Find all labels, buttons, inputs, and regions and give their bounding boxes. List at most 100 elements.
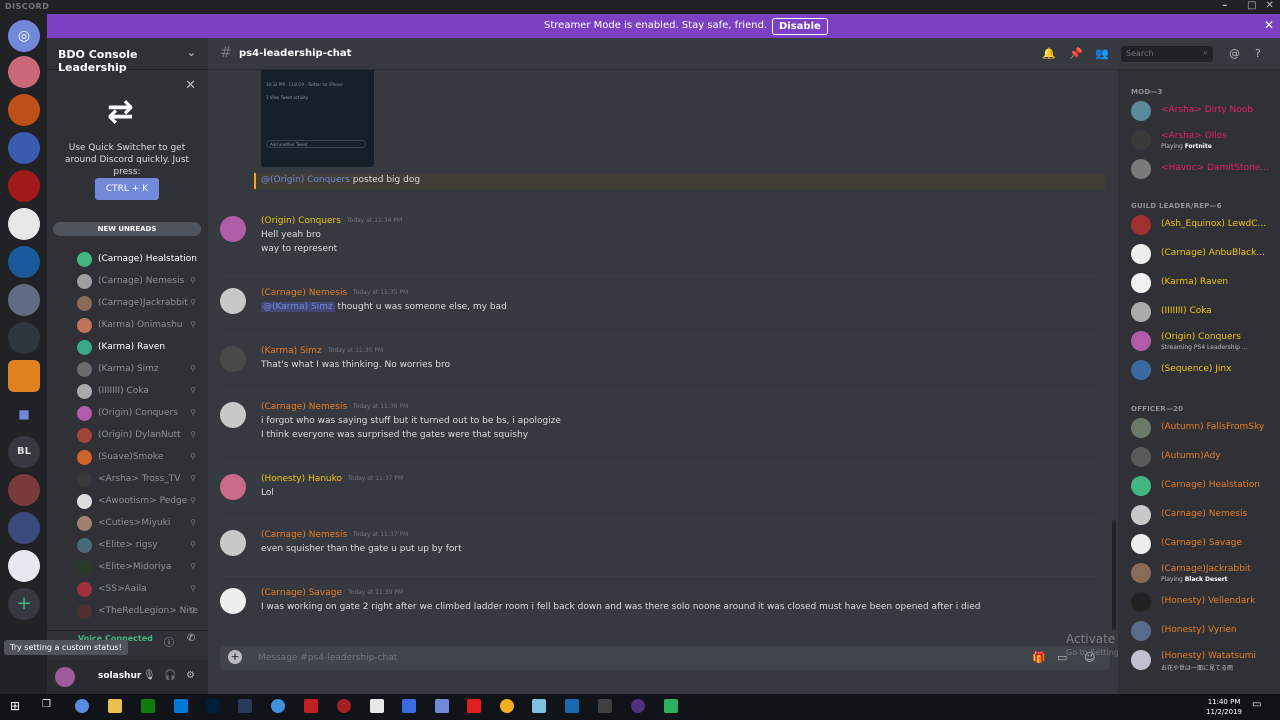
voice-user-item[interactable]: (Suave)Smoke ⚲: [77, 448, 202, 468]
member-item[interactable]: (Autumn)Ady: [1131, 445, 1276, 471]
taskbar-app-8[interactable]: [370, 699, 384, 713]
voice-user-item[interactable]: <Arsha> Tross_TV ⚲: [77, 470, 202, 490]
server-icon-3[interactable]: [8, 132, 40, 164]
maximize-icon[interactable]: □: [1242, 0, 1262, 11]
taskbar-app-6[interactable]: [304, 699, 318, 713]
member-item[interactable]: (Carnage)Jackrabbit Playing Black Desert: [1131, 561, 1276, 587]
server-icon-12[interactable]: [8, 550, 40, 582]
server-header[interactable]: BDO Console Leadership ⌄: [47, 38, 208, 74]
taskbar-app-4[interactable]: [238, 699, 252, 713]
photoshop-icon[interactable]: [206, 699, 220, 713]
tweet-screenshot-image[interactable]: 10:32 PM · 11/2/19 · Twitter for iPhone …: [261, 70, 374, 167]
voice-user-item[interactable]: <Cuties>Miyuki ⚲: [77, 514, 202, 534]
user-mention[interactable]: @(Origin) Conquers: [261, 175, 350, 185]
folder-icon[interactable]: ■: [8, 398, 40, 430]
message-input[interactable]: Message #ps4-leadership-chat: [258, 653, 397, 663]
windows-start-icon[interactable]: ⊞: [10, 699, 24, 713]
chrome-icon[interactable]: [500, 699, 514, 713]
search-input[interactable]: Search ⌕: [1121, 46, 1213, 62]
message-composer[interactable]: + Message #ps4-leadership-chat 🎁 ▭ ☺: [220, 646, 1110, 670]
voice-user-item[interactable]: (Karma) Raven: [77, 338, 202, 358]
voice-user-item[interactable]: (Origin) DylanNutt ⚲: [77, 426, 202, 446]
task-view-icon[interactable]: ❐: [42, 699, 56, 713]
member-item[interactable]: (IIIIIII) Coka: [1131, 300, 1276, 326]
server-icon-6[interactable]: [8, 246, 40, 278]
close-window-icon[interactable]: ✕: [1260, 0, 1280, 11]
notifications-icon[interactable]: ▭: [1252, 699, 1266, 713]
user-mention[interactable]: @(Karma) Simz: [261, 302, 335, 312]
taskbar-app-11[interactable]: [532, 699, 546, 713]
voice-user-item[interactable]: <SS>Aaila ⚲: [77, 580, 202, 600]
avatar[interactable]: [220, 530, 246, 556]
voice-user-item[interactable]: (IIIIIII) Coka ⚲: [77, 382, 202, 402]
taskbar-app-3[interactable]: [174, 699, 188, 713]
disable-streamer-button[interactable]: Disable: [772, 18, 828, 35]
calculator-icon[interactable]: [598, 699, 612, 713]
server-icon-1[interactable]: [8, 56, 40, 88]
minimize-icon[interactable]: –: [1215, 0, 1235, 11]
voice-user-item[interactable]: (Carnage) Healstation: [77, 250, 202, 270]
info-icon[interactable]: ⓘ: [164, 634, 174, 649]
message-author[interactable]: (Origin) Conquers: [261, 216, 341, 226]
headphones-icon[interactable]: 🎧: [164, 670, 176, 681]
message-author[interactable]: (Carnage) Nemesis: [261, 288, 347, 298]
voice-user-item[interactable]: <Awootism> Pedge ⚲: [77, 492, 202, 512]
member-item[interactable]: <Arsha> Dirty Noob: [1131, 99, 1276, 125]
avatar[interactable]: [220, 588, 246, 614]
taskbar-app-9[interactable]: [402, 699, 416, 713]
home-discord-icon[interactable]: ◎: [8, 20, 40, 52]
avatar[interactable]: [220, 216, 246, 242]
server-icon-5[interactable]: [8, 208, 40, 240]
member-item[interactable]: (Autumn) FallsFromSky: [1131, 416, 1276, 442]
member-item[interactable]: <Arsha> Ollos Playing Fortnite: [1131, 128, 1276, 154]
message-author[interactable]: (Honesty) Hanuko: [261, 474, 342, 484]
new-unreads-badge[interactable]: NEW UNREADS: [53, 222, 201, 236]
taskbar-app-13[interactable]: [631, 699, 645, 713]
member-item[interactable]: (Carnage) Healstation: [1131, 474, 1276, 500]
add-server-icon[interactable]: +: [8, 588, 40, 620]
member-item[interactable]: (Honesty) Watatsumi お花や世は一面に見てる雨: [1131, 648, 1276, 674]
server-icon-8[interactable]: [8, 322, 40, 354]
avatar[interactable]: [220, 346, 246, 372]
taskbar-app-7[interactable]: [337, 699, 351, 713]
taskbar-app-1[interactable]: [75, 699, 89, 713]
voice-user-item[interactable]: <TheRedLegion> Nite ⚲: [77, 602, 202, 622]
voice-user-item[interactable]: <Elite>Midoriya ⚲: [77, 558, 202, 578]
file-explorer-icon[interactable]: [108, 699, 122, 713]
voice-user-item[interactable]: (Karma) Onimashu ⚲: [77, 316, 202, 336]
member-item[interactable]: (Carnage) AnbuBlack...: [1131, 242, 1276, 268]
member-item[interactable]: (Honesty) Vellendark: [1131, 590, 1276, 616]
server-icon-bl[interactable]: BL: [8, 436, 40, 468]
avatar[interactable]: [55, 667, 75, 687]
bell-icon[interactable]: 🔔: [1042, 47, 1056, 60]
close-banner-icon[interactable]: ✕: [1264, 18, 1274, 32]
taskbar-app-12[interactable]: [565, 699, 579, 713]
system-clock[interactable]: 11:40 PM 11/2/2019: [1206, 697, 1242, 717]
mic-icon[interactable]: 🎙: [143, 670, 156, 681]
message-author[interactable]: (Carnage) Savage: [261, 588, 342, 598]
server-icon-11[interactable]: [8, 512, 40, 544]
quick-switcher-shortcut-button[interactable]: CTRL + K: [95, 178, 159, 200]
server-icon-10[interactable]: [8, 474, 40, 506]
discord-taskbar-icon[interactable]: [435, 699, 449, 713]
server-icon-9[interactable]: [8, 360, 40, 392]
member-item[interactable]: (Origin) Conquers Streaming PS4 Leadershi…: [1131, 329, 1276, 355]
voice-user-item[interactable]: (Carnage)Jackrabbit ⚲: [77, 294, 202, 314]
avatar[interactable]: [220, 288, 246, 314]
message-author[interactable]: (Karma) Simz: [261, 346, 322, 356]
mention-icon[interactable]: @: [1229, 47, 1240, 60]
chat-scrollbar[interactable]: [1112, 520, 1116, 630]
avatar[interactable]: [220, 402, 246, 428]
members-icon[interactable]: 👥: [1095, 47, 1109, 60]
member-item[interactable]: (Ash_Equinox) LewdC...: [1131, 213, 1276, 239]
taskbar-app-5[interactable]: [271, 699, 285, 713]
taskbar-app-14[interactable]: [664, 699, 678, 713]
member-item[interactable]: <Havoc> DamitStone...: [1131, 157, 1276, 183]
disconnect-icon[interactable]: ✆: [187, 633, 195, 644]
taskbar-app-2[interactable]: [141, 699, 155, 713]
settings-gear-icon[interactable]: ⚙: [186, 670, 195, 681]
member-item[interactable]: (Carnage) Savage: [1131, 532, 1276, 558]
member-item[interactable]: (Honesty) Vyrien: [1131, 619, 1276, 645]
help-icon[interactable]: ?: [1255, 47, 1261, 60]
member-item[interactable]: (Carnage) Nemesis: [1131, 503, 1276, 529]
